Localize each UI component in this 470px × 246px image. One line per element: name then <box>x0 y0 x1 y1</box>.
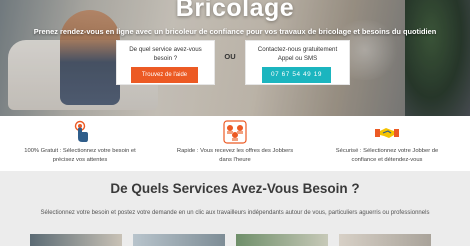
feature-fast-line2: dans l'heure <box>219 157 251 163</box>
feature-secure-line2: confiance et détendez-vous <box>351 157 423 163</box>
feature-fast-line1: Rapide : Vous recevez les offres des Job… <box>176 148 294 154</box>
team-icon <box>223 120 247 144</box>
feature-free: 100% Gratuit : Sélectionnez votre besoin… <box>5 116 155 171</box>
feature-free-line1: 100% Gratuit : Sélectionnez votre besoin… <box>24 148 136 154</box>
find-help-button[interactable]: Trouvez de l'aide <box>131 67 198 83</box>
service-thumbnail[interactable] <box>133 234 225 246</box>
or-separator: OU <box>224 52 236 61</box>
brand-title: Bricolage <box>175 0 295 22</box>
feature-fast: Rapide : Vous recevez les offres des Job… <box>160 116 310 171</box>
hero-tagline: Prenez rendez-vous en ligne avec un bric… <box>33 27 437 36</box>
service-thumbnail[interactable] <box>236 234 328 246</box>
feature-secure: Sécurisé : Sélectionnez votre Jobber de … <box>312 116 462 171</box>
handshake-icon <box>375 128 399 138</box>
contact-text-line1: Contactez-nous gratuitement <box>257 46 338 53</box>
hero-banner: Bricolage Prenez rendez-vous en ligne av… <box>0 0 470 116</box>
phone-button[interactable]: 07 67 54 49 19 <box>262 67 331 83</box>
find-help-question-line2: besoin ? <box>153 55 178 62</box>
services-section: De Quels Services Avez-Vous Besoin ? Sél… <box>0 171 470 246</box>
services-description: Sélectionnez votre besoin et postez votr… <box>40 210 430 216</box>
touch-icon <box>74 120 88 142</box>
feature-free-line2: précisez vos attentes <box>52 157 108 163</box>
services-title: De Quels Services Avez-Vous Besoin ? <box>110 181 360 196</box>
contact-text-line2: Appel ou SMS <box>277 55 318 62</box>
service-thumbnail[interactable] <box>30 234 122 246</box>
feature-secure-line1: Sécurisé : Sélectionnez votre Jobber de <box>335 148 439 154</box>
service-thumbnail[interactable] <box>339 234 431 246</box>
features-row: 100% Gratuit : Sélectionnez votre besoin… <box>0 116 470 171</box>
find-help-question-line1: De quel service avez-vous <box>129 46 202 53</box>
